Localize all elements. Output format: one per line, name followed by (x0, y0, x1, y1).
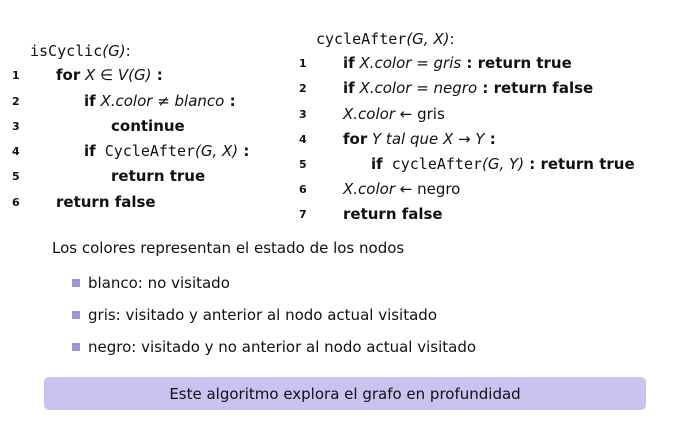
left-algorithm-title: isCyclic(G): (30, 42, 131, 60)
bullet-square-icon (72, 310, 80, 319)
legend-item-gris: gris: visitado y anterior al nodo actual… (72, 306, 437, 324)
legend-item-blanco: blanco: no visitado (72, 274, 230, 292)
summary-text: Este algoritmo explora el grafo en profu… (169, 384, 521, 403)
summary-box: Este algoritmo explora el grafo en profu… (44, 377, 646, 410)
bullet-square-icon (72, 342, 80, 351)
bullet-square-icon (72, 278, 80, 287)
right-algorithm-title: cycleAfter(G, X): (316, 30, 455, 48)
legend-item-negro: negro: visitado y no anterior al nodo ac… (72, 338, 476, 356)
legend-intro: Los colores representan el estado de los… (52, 239, 405, 257)
